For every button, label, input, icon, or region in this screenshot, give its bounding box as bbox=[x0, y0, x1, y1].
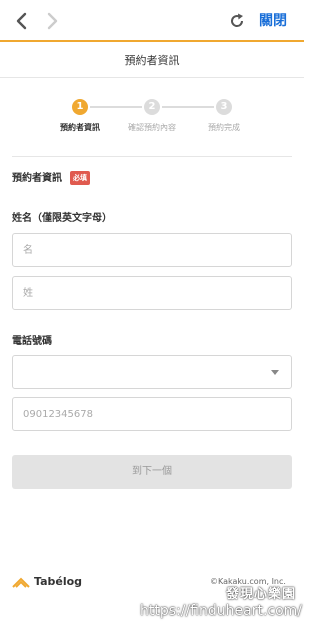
first-name-input[interactable] bbox=[12, 233, 292, 267]
step-3-circle: 3 bbox=[216, 99, 232, 115]
section-divider bbox=[12, 156, 292, 157]
section-title: 預約者資訊 bbox=[12, 173, 62, 184]
watermark-url: https://finduheart.com/ bbox=[140, 603, 303, 619]
page-title: 預約者資訊 bbox=[0, 44, 304, 78]
step-1-label: 預約者資訊 bbox=[60, 123, 100, 132]
name-label: 姓名（僅限英文字母） bbox=[12, 213, 112, 224]
country-code-select[interactable] bbox=[12, 355, 292, 389]
step-connector bbox=[90, 106, 142, 108]
progress-steps: 1 2 3 預約者資訊 確認預約內容 預約完成 bbox=[0, 96, 304, 136]
step-2-label: 確認預約內容 bbox=[128, 123, 176, 132]
phone-input[interactable] bbox=[12, 397, 292, 431]
step-3-label: 預約完成 bbox=[208, 123, 240, 132]
reload-icon[interactable] bbox=[228, 12, 246, 30]
step-connector bbox=[162, 106, 214, 108]
back-arrow-icon[interactable] bbox=[12, 11, 32, 31]
forward-arrow-icon[interactable] bbox=[42, 11, 62, 31]
chevron-down-icon bbox=[271, 370, 279, 375]
watermark-name: 發現心樂園 bbox=[226, 587, 297, 602]
phone-label: 電話號碼 bbox=[12, 336, 52, 347]
step-2-circle: 2 bbox=[144, 99, 160, 115]
logo-text: Tabélog bbox=[34, 575, 83, 588]
close-link[interactable]: 關閉 bbox=[259, 12, 287, 30]
step-1-circle: 1 bbox=[72, 99, 88, 115]
last-name-input[interactable] bbox=[12, 276, 292, 310]
browser-toolbar: 關閉 bbox=[0, 0, 304, 42]
next-button[interactable]: 到下一個 bbox=[12, 455, 292, 489]
tabelog-logo-icon bbox=[12, 577, 30, 588]
required-badge: 必填 bbox=[70, 171, 90, 185]
